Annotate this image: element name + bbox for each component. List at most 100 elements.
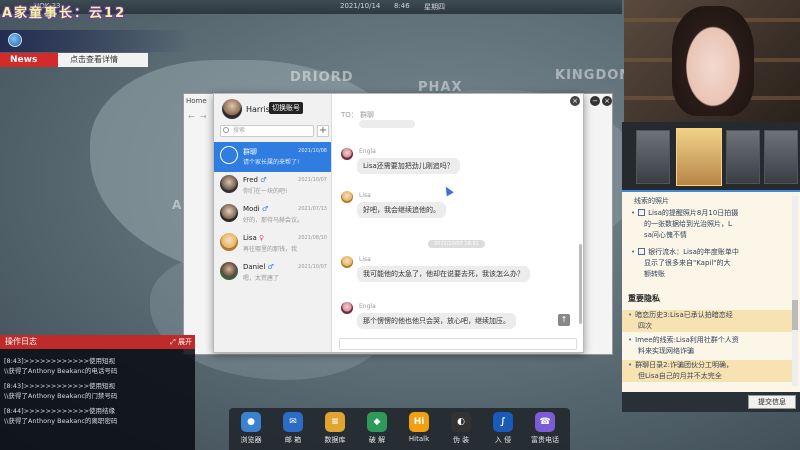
weekday-text: 星期四 bbox=[424, 3, 445, 11]
female-icon: ♀ bbox=[259, 234, 265, 242]
scrollbar[interactable] bbox=[792, 196, 798, 386]
message-bubble: 我可能他的太急了，他却在说要去死，我该怎么办？ bbox=[357, 266, 530, 282]
contact-item[interactable]: Modi ♂ 2021/07/13 好的，那待马赫会议。 bbox=[214, 200, 331, 230]
male-icon: ♂ bbox=[267, 263, 274, 271]
privacy-item: 四次 bbox=[622, 321, 792, 332]
date-text: 2021/10/14 bbox=[340, 2, 381, 10]
sender-name: Engla bbox=[359, 303, 376, 310]
contact-name: Daniel ♂ bbox=[243, 263, 274, 271]
clue-item[interactable]: • 银行流水：Lisa的年度账单中 bbox=[622, 247, 792, 258]
scrollbar-thumb[interactable] bbox=[792, 300, 798, 330]
contact-preview: 你们在一块的吧! bbox=[243, 188, 288, 195]
contact-name: Lisa ♀ bbox=[243, 234, 265, 242]
message-bubble: 好吧，我会继续追他的。 bbox=[357, 202, 446, 218]
contact-preview: 好的，那待马赫会议。 bbox=[243, 217, 304, 224]
contact-item[interactable]: Daniel ♂ 2021/10/07 嗯，太荒唐了 bbox=[214, 258, 331, 288]
log-line: [8:43]>>>>>>>>>>>>使用短视 bbox=[4, 357, 116, 365]
log-line: \\获得了Anthony Beakanc的门禁号码 bbox=[4, 391, 118, 400]
privacy-item: 料来实现网络诈骗 bbox=[638, 347, 694, 355]
clue-item: sa问心傀不情 bbox=[644, 231, 687, 239]
expand-button[interactable]: ⤢ 展开 bbox=[170, 335, 192, 349]
back-arrow-icon[interactable]: ← bbox=[188, 112, 195, 121]
chat-icon: Hi bbox=[409, 412, 429, 432]
log-line: \\获得了Anthony Beakanc的电话号码 bbox=[4, 366, 118, 375]
chat-panel: TO： 群聊 × Engla Lisa还需要加把劲儿刚追吗？ Lisa 好吧，我… bbox=[333, 94, 583, 352]
contact-date: 2021/07/13 bbox=[298, 206, 327, 212]
privacy-item: • Imee的线索:Lisa利用社群个人资 bbox=[628, 336, 739, 344]
sender-name: Lisa bbox=[359, 256, 371, 263]
time-text: 8:46 bbox=[394, 2, 410, 10]
dock-item-browser[interactable]: ● 浏览器 bbox=[231, 412, 271, 445]
user-name: Harris bbox=[246, 105, 270, 114]
group-chat-icon bbox=[220, 146, 238, 164]
checkbox-icon[interactable] bbox=[638, 209, 646, 216]
contact-date: 2021/08/10 bbox=[298, 235, 327, 241]
submit-button[interactable]: 提交信息 bbox=[748, 395, 796, 409]
close-button[interactable]: × bbox=[602, 96, 612, 106]
contact-item[interactable]: Lisa ♀ 2021/08/10 再往哪里的那钱，我 bbox=[214, 229, 331, 259]
forward-arrow-icon[interactable]: → bbox=[200, 112, 207, 121]
scrollbar[interactable] bbox=[579, 244, 582, 324]
male-icon: ♂ bbox=[260, 176, 267, 184]
character-portrait[interactable] bbox=[764, 130, 798, 184]
dock-item-hitalk[interactable]: Hi Hitalk bbox=[399, 412, 439, 443]
contact-date: 2021/10/07 bbox=[298, 264, 327, 270]
minimize-button[interactable]: − bbox=[590, 96, 600, 106]
privacy-item: 但Lisa自己的月并不太完全 bbox=[622, 371, 792, 382]
search-input[interactable]: 搜索 bbox=[220, 125, 314, 137]
privacy-item: • 暗恋历史3:Lisa已承认拍暗恋经 bbox=[622, 310, 792, 321]
avatar bbox=[341, 148, 353, 160]
clue-item[interactable]: • Lisa的提醒照片8月10日拍摄 bbox=[622, 208, 792, 219]
contact-name: 群聊 bbox=[243, 148, 257, 156]
log-line: \\获得了Anthony Beakanc的离职密码 bbox=[4, 416, 118, 425]
close-button[interactable]: × bbox=[570, 96, 580, 106]
log-line: [8:44]>>>>>>>>>>>>使用结缘 bbox=[4, 407, 116, 415]
chat-recipient: TO： 群聊 bbox=[341, 111, 375, 119]
checkbox-icon[interactable] bbox=[638, 248, 646, 255]
dock-item-crack[interactable]: ◆ 破 解 bbox=[357, 412, 397, 445]
message-bubble bbox=[359, 120, 415, 128]
mail-icon: ✉ bbox=[283, 412, 303, 432]
news-label: News bbox=[0, 53, 58, 67]
disguise-icon: ◐ bbox=[451, 412, 471, 432]
male-icon: ♂ bbox=[261, 205, 269, 213]
avatar bbox=[341, 191, 353, 203]
dock-item-intrude[interactable]: ∫ 入 侵 bbox=[483, 412, 523, 445]
contact-item[interactable]: Fred ♂ 2021/10/07 你们在一块的吧! bbox=[214, 171, 331, 201]
message-input[interactable] bbox=[339, 338, 577, 350]
contact-preview: 再往哪里的那钱，我 bbox=[243, 246, 298, 253]
avatar bbox=[220, 233, 238, 251]
switch-account-button[interactable]: 切换账号 bbox=[269, 102, 303, 114]
browser-tab[interactable]: Home bbox=[186, 97, 207, 105]
search-icon bbox=[223, 127, 229, 133]
map-label: DRIORD bbox=[290, 70, 354, 85]
dock-item-database[interactable]: ≡ 数据库 bbox=[315, 412, 355, 445]
streamer-face bbox=[672, 6, 754, 116]
log-line: [8:43]>>>>>>>>>>>>使用短视 bbox=[4, 382, 116, 390]
dock-item-mail[interactable]: ✉ 邮 箱 bbox=[273, 412, 313, 445]
stream-overlay-title: A家童事长：云12 bbox=[2, 6, 127, 21]
dock-item-disguise[interactable]: ◐ 伪 装 bbox=[441, 412, 481, 445]
contact-item[interactable]: 群聊 2021/10/08 请个家长属的来帮了! bbox=[214, 142, 331, 172]
avatar bbox=[220, 204, 238, 222]
messenger-window: Harris 切换账号 搜索 + 群聊 2021/10/08 请个家长属的来帮了… bbox=[213, 93, 584, 353]
character-portrait-selected[interactable] bbox=[676, 128, 722, 186]
avatar bbox=[220, 175, 238, 193]
shield-icon: ◆ bbox=[367, 412, 387, 432]
clue-item: 额转账 bbox=[644, 270, 665, 278]
send-icon[interactable]: ↑ bbox=[558, 314, 570, 326]
phone-icon: ☎ bbox=[535, 412, 555, 432]
avatar bbox=[341, 256, 353, 268]
avatar bbox=[341, 302, 353, 314]
log-title: 操作日志 bbox=[5, 337, 37, 346]
news-bar[interactable]: News 点击查看详情 bbox=[0, 53, 148, 67]
dock-item-phone[interactable]: ☎ 富贵电话 bbox=[525, 412, 565, 445]
sender-name: Engla bbox=[359, 148, 376, 155]
character-portrait[interactable] bbox=[726, 130, 760, 184]
news-detail-link[interactable]: 点击查看详情 bbox=[58, 53, 148, 67]
character-portrait[interactable] bbox=[636, 130, 670, 184]
add-contact-button[interactable]: + bbox=[317, 125, 329, 137]
map-label: KINGDOM bbox=[555, 68, 634, 83]
contact-name: Modi ♂ bbox=[243, 205, 269, 213]
sender-name: Lisa bbox=[359, 192, 371, 199]
